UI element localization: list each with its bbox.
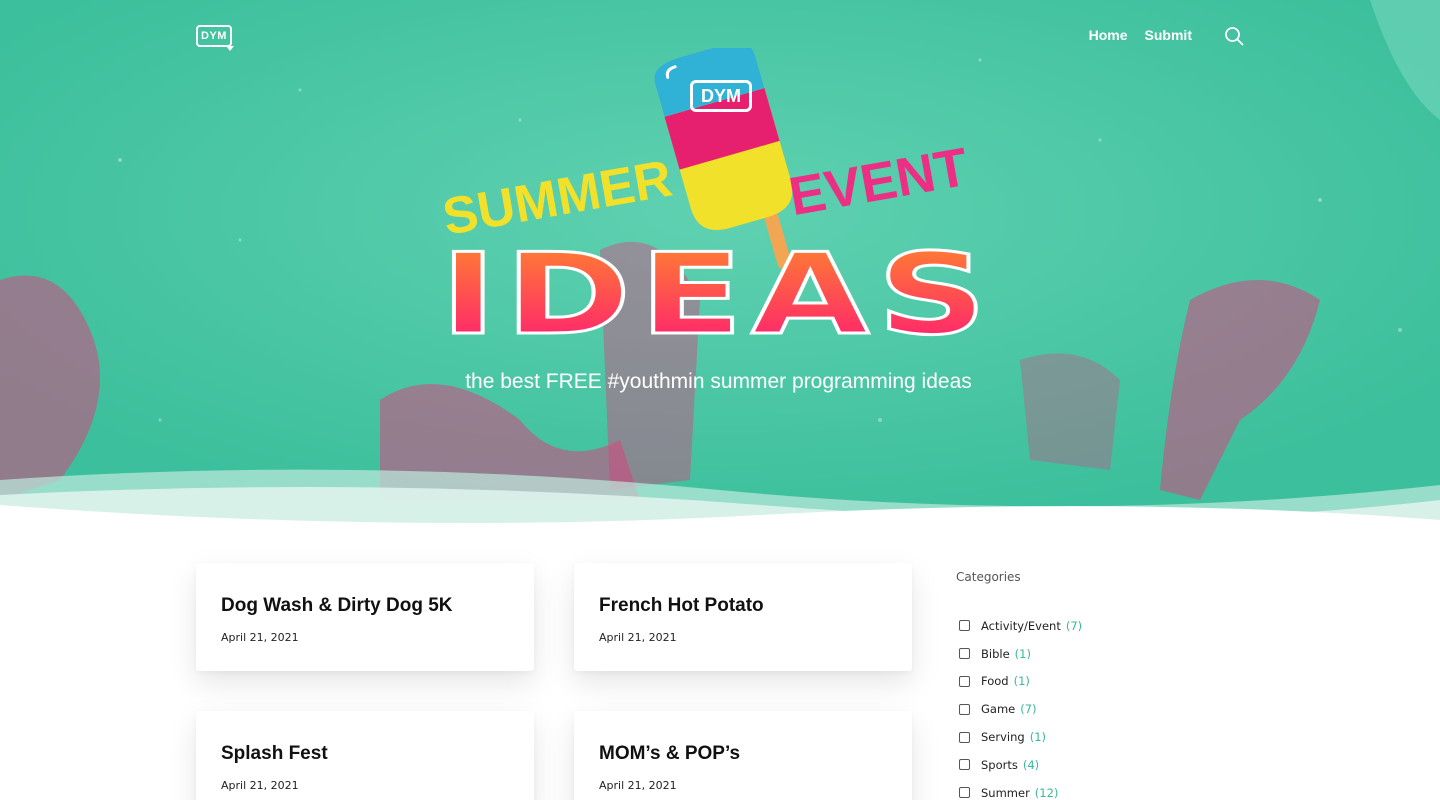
- category-checkbox[interactable]: [959, 787, 970, 799]
- post-title[interactable]: Splash Fest: [221, 743, 328, 765]
- post-title[interactable]: French Hot Potato: [599, 595, 764, 617]
- category-label: Sports: [981, 757, 1018, 772]
- category-checkbox[interactable]: [959, 759, 970, 771]
- category-checkbox[interactable]: [959, 675, 970, 687]
- category-count: (7): [1065, 618, 1083, 633]
- headline-ideas: IDEAS: [440, 230, 995, 348]
- nav-home-link[interactable]: Home: [1089, 27, 1128, 43]
- post-title[interactable]: MOM’s & POP’s: [599, 743, 740, 765]
- category-item-serving[interactable]: Serving (1): [956, 723, 1196, 751]
- dym-logo-text: DYM: [201, 30, 227, 42]
- category-item-food[interactable]: Food (1): [956, 668, 1196, 696]
- category-item-game[interactable]: Game (7): [956, 695, 1196, 723]
- category-count: (4): [1022, 757, 1040, 772]
- hero-dym-logo-text: DYM: [701, 85, 741, 106]
- category-label: Food: [981, 674, 1009, 689]
- headline-event: EVENT: [785, 137, 973, 227]
- logo-arrow-icon: [226, 46, 234, 51]
- post-card[interactable]: Splash Fest April 21, 2021: [196, 711, 534, 800]
- categories-list: Activity/Event (7) Bible (1) Food (1) Ga…: [956, 612, 1196, 800]
- hero-wave-divider: [0, 469, 1440, 530]
- category-checkbox[interactable]: [959, 703, 970, 715]
- category-count: (1): [1014, 646, 1031, 661]
- category-count: (7): [1020, 702, 1037, 717]
- post-date: April 21, 2021: [221, 779, 299, 792]
- post-card[interactable]: French Hot Potato April 21, 2021: [574, 563, 912, 671]
- hero-dym-logo: DYM: [690, 80, 752, 112]
- category-label: Activity/Event: [981, 618, 1061, 633]
- category-count: (12): [1034, 785, 1059, 800]
- category-checkbox[interactable]: [959, 620, 970, 632]
- post-card[interactable]: Dog Wash & Dirty Dog 5K April 21, 2021: [196, 563, 534, 671]
- post-date: April 21, 2021: [599, 631, 677, 644]
- category-item-activity-event[interactable]: Activity/Event (7): [956, 612, 1196, 640]
- categories-sidebar: Categories Activity/Event (7) Bible (1) …: [956, 570, 1196, 800]
- category-checkbox[interactable]: [959, 648, 970, 660]
- category-label: Bible: [981, 646, 1010, 661]
- post-date: April 21, 2021: [599, 779, 677, 792]
- search-icon[interactable]: [1224, 26, 1244, 46]
- category-label: Summer: [981, 785, 1030, 800]
- post-date: April 21, 2021: [221, 631, 299, 644]
- dym-logo[interactable]: DYM: [196, 25, 234, 51]
- post-card[interactable]: MOM’s & POP’s April 21, 2021: [574, 711, 912, 800]
- main-nav: Home Submit: [1089, 27, 1192, 43]
- category-label: Game: [981, 702, 1016, 717]
- category-item-sports[interactable]: Sports (4): [956, 751, 1196, 779]
- category-label: Serving: [981, 730, 1025, 745]
- categories-heading: Categories: [956, 570, 1021, 584]
- nav-submit-link[interactable]: Submit: [1145, 27, 1192, 43]
- hero-banner: DYM Home Submit SUMMER EVENT IDEAS DYM t…: [0, 0, 1440, 530]
- category-item-summer[interactable]: Summer (12): [956, 779, 1196, 800]
- post-title[interactable]: Dog Wash & Dirty Dog 5K: [221, 595, 453, 617]
- hero-tagline: the best FREE #youthmin summer programmi…: [465, 370, 972, 393]
- category-count: (1): [1013, 674, 1030, 689]
- category-item-bible[interactable]: Bible (1): [956, 640, 1196, 668]
- category-checkbox[interactable]: [959, 731, 970, 743]
- category-count: (1): [1029, 730, 1046, 745]
